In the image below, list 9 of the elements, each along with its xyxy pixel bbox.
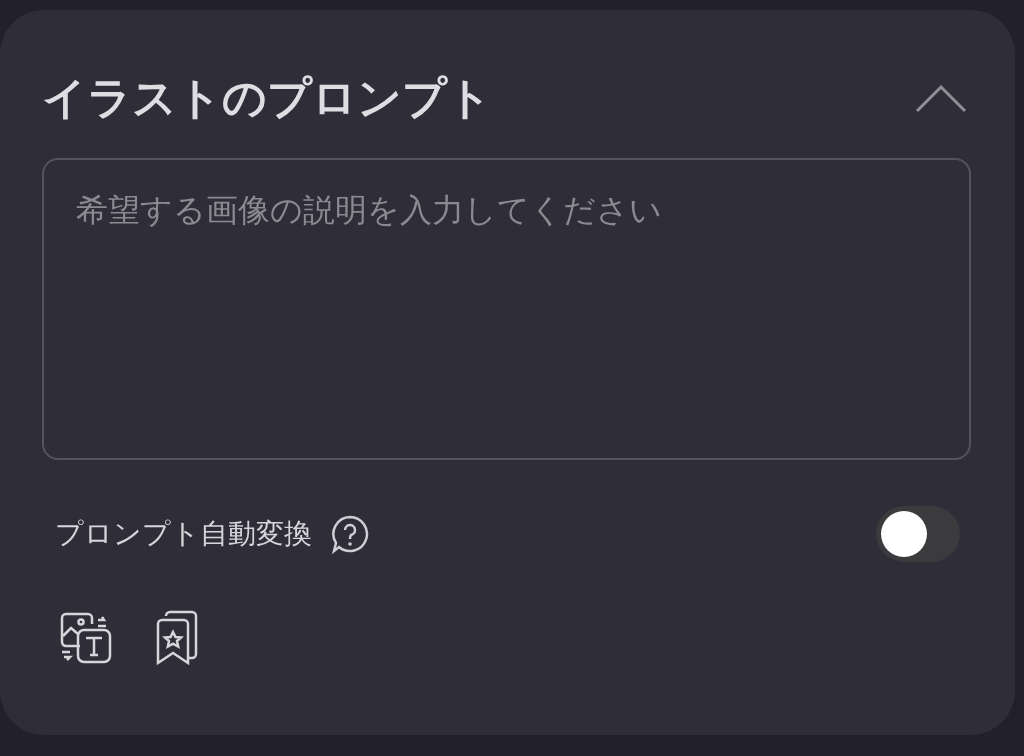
bookmark-star-icon bbox=[154, 610, 200, 666]
image-to-text-button[interactable] bbox=[58, 610, 114, 666]
prompt-field[interactable]: 希望する画像の説明を入力してください bbox=[42, 158, 971, 460]
auto-convert-label: プロンプト自動変換 bbox=[55, 516, 312, 552]
help-icon[interactable] bbox=[330, 514, 370, 554]
saved-prompts-button[interactable] bbox=[154, 610, 200, 666]
image-text-icon bbox=[58, 610, 114, 666]
panel-title: イラストのプロンプト bbox=[42, 76, 492, 120]
chevron-icon bbox=[915, 83, 967, 113]
